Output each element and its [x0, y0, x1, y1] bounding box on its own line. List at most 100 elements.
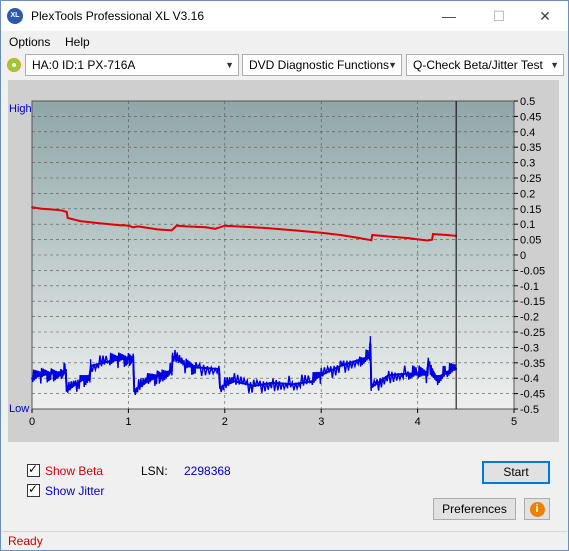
x-tick-label: 0	[29, 416, 35, 428]
maximize-button[interactable]: ☐	[476, 1, 522, 31]
jitter-point	[132, 355, 135, 358]
minimize-button[interactable]: —	[426, 1, 472, 31]
jitter-point	[161, 372, 164, 375]
app-window: XL PlexTools Professional XL V3.16 — ☐ ✕…	[0, 0, 569, 551]
lsn-value: 2298368	[184, 464, 231, 478]
controls-panel: Show Beta Show Jitter LSN: 2298368 Start…	[8, 452, 559, 528]
beta-point	[223, 224, 226, 227]
jitter-point	[50, 372, 53, 375]
x-tick-labels: 0 1 2 3 4 5	[29, 409, 517, 428]
jitter-point	[40, 374, 43, 377]
beta-point	[146, 226, 149, 229]
y-tick-label: -0.3	[520, 342, 539, 354]
y-tick-label: -0.45	[520, 389, 545, 401]
beta-point	[60, 209, 62, 212]
beta-point	[281, 228, 284, 231]
beta-point	[137, 225, 139, 228]
menu-help-label: Help	[65, 35, 90, 49]
plextools-logo-icon: XL	[7, 8, 23, 24]
x-tick-label: 5	[511, 416, 517, 428]
beta-jitter-chart: High Low 0 1 2 3 4 5 0.5 0.45 0.4 0.35 0.3 0.25 0.2…	[9, 96, 545, 428]
status-bar: Ready	[2, 531, 567, 550]
jitter-point	[146, 380, 149, 383]
y-tick-label: 0.25	[520, 173, 541, 185]
y-tick-label: 0.5	[520, 96, 535, 108]
menu-options-label: Options	[9, 35, 51, 49]
x-tick-label: 4	[415, 416, 421, 428]
show-beta-checkbox[interactable]	[27, 462, 40, 477]
jitter-point	[31, 377, 33, 380]
chevron-down-icon: ▼	[225, 60, 234, 70]
x-tick-label: 3	[318, 416, 324, 428]
info-button[interactable]: i	[524, 498, 550, 520]
jitter-point	[65, 389, 68, 392]
beta-point	[371, 234, 374, 236]
beta-point	[387, 235, 390, 238]
low-axis-label: Low	[9, 403, 29, 415]
beta-point	[79, 220, 82, 223]
jitter-point	[427, 361, 430, 364]
beta-point	[358, 237, 361, 239]
preferences-button[interactable]: Preferences	[433, 498, 516, 520]
y-tick-label: 0.3	[520, 158, 535, 170]
jitter-point	[79, 380, 82, 383]
jitter-point	[426, 374, 429, 377]
beta-point	[50, 208, 53, 211]
beta-point	[127, 224, 130, 227]
window-title: PlexTools Professional XL V3.16	[31, 9, 204, 23]
test-select[interactable]: Q-Check Beta/Jitter Test ▼	[406, 54, 564, 76]
beta-point	[301, 230, 303, 232]
beta-point	[170, 229, 173, 232]
show-beta-label[interactable]: Show Beta	[45, 464, 103, 478]
close-button[interactable]: ✕	[522, 1, 568, 31]
jitter-point	[435, 377, 438, 380]
beta-point	[98, 222, 101, 225]
beta-point	[407, 237, 409, 239]
info-icon: i	[529, 502, 545, 517]
beta-point	[214, 227, 217, 230]
jitter-point	[368, 355, 371, 358]
y-tick-label: 0.2	[520, 188, 535, 200]
show-jitter-checkbox[interactable]	[27, 482, 40, 497]
y-tick-label: 0.05	[520, 235, 541, 247]
menu-options[interactable]: Options	[9, 35, 50, 49]
x-tick-label: 1	[125, 416, 131, 428]
drive-select-value: HA:0 ID:1 PX-716A	[32, 58, 136, 72]
status-text: Ready	[8, 534, 43, 548]
drive-disc-icon	[7, 58, 21, 72]
jitter-point	[407, 372, 409, 375]
jitter-point	[89, 364, 92, 367]
beta-point	[117, 224, 120, 227]
menu-help[interactable]: Help	[65, 35, 90, 49]
function-select-value: DVD Diagnostic Functions	[249, 58, 390, 72]
jitter-point	[339, 364, 342, 367]
chevron-down-icon: ▼	[388, 60, 397, 70]
show-jitter-label[interactable]: Show Jitter	[45, 484, 104, 498]
jitter-point	[320, 374, 323, 377]
jitter-point	[60, 371, 62, 373]
chevron-down-icon: ▼	[550, 60, 559, 70]
jitter-point	[310, 380, 313, 383]
beta-point	[40, 207, 43, 210]
jitter-point	[252, 385, 255, 387]
jitter-point	[185, 364, 188, 367]
y-tick-label: -0.35	[520, 358, 545, 370]
beta-point	[445, 234, 448, 236]
beta-point	[156, 228, 159, 231]
menu-bar: Options Help	[1, 32, 568, 52]
preferences-button-label: Preferences	[442, 502, 507, 516]
jitter-point	[170, 369, 173, 372]
y-tick-label: 0.45	[520, 111, 541, 123]
jitter-point	[218, 368, 220, 370]
beta-point	[185, 225, 188, 228]
beta-point	[339, 234, 342, 236]
function-select[interactable]: DVD Diagnostic Functions ▼	[242, 54, 402, 76]
start-button[interactable]: Start	[482, 461, 550, 484]
beta-point	[243, 225, 245, 228]
y-tick-label: -0.05	[520, 265, 545, 277]
beta-point	[132, 226, 135, 229]
jitter-point	[108, 360, 111, 363]
drive-select[interactable]: HA:0 ID:1 PX-716A ▼	[25, 54, 239, 76]
beta-point	[431, 238, 433, 241]
jitter-point	[64, 369, 67, 372]
